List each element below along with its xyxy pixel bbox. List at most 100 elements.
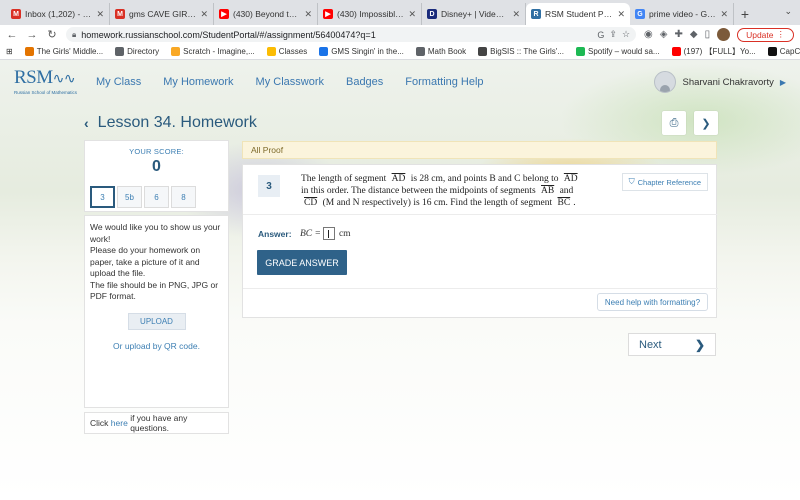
printer-icon: ⎙ — [669, 116, 679, 129]
tab-title[interactable]: Disney+ | Video Player — [441, 9, 508, 19]
nav-my-class[interactable]: My Class — [96, 76, 141, 88]
bookmark-item[interactable]: CapCut | Video Ed... — [767, 47, 800, 56]
forward-arrow-icon[interactable]: → — [26, 29, 38, 41]
qr-upload-link[interactable]: Or upload by QR code. — [90, 341, 223, 351]
answer-unit: cm — [338, 228, 351, 239]
score-value: 0 — [152, 158, 161, 175]
bookmark-favicon-icon — [171, 47, 181, 56]
apps-grid-icon[interactable]: ⊞ — [6, 47, 13, 56]
tab-favicon-icon: ▶ — [323, 9, 333, 19]
share-icon[interactable]: ⇪ — [609, 29, 617, 40]
browser-tab[interactable]: Gprime video - Google ✕ — [630, 3, 734, 25]
update-button[interactable]: Update ⋮ — [737, 27, 794, 42]
close-tab-icon[interactable]: ✕ — [720, 9, 728, 20]
new-tab-icon[interactable]: + — [734, 3, 756, 25]
close-tab-icon[interactable]: ✕ — [200, 9, 208, 20]
url-text[interactable]: homework.russianschool.com/StudentPortal… — [81, 30, 375, 40]
chapter-reference-button[interactable]: ⛉ Chapter Reference — [621, 173, 708, 191]
segment-cd: CD — [304, 198, 318, 208]
caret-right-icon[interactable]: ▶ — [780, 78, 786, 87]
question-tab-6[interactable]: 6 — [144, 186, 169, 208]
bookmark-item[interactable]: Spotify – would sa... — [575, 47, 660, 56]
bookmark-favicon-icon — [671, 47, 681, 56]
bookmark-item[interactable]: Scratch - Imagine,... — [171, 47, 255, 56]
bookmark-label: Math Book — [427, 47, 467, 56]
bookmark-label: GMS Singin' in the... — [331, 47, 404, 56]
tab-favicon-icon: M — [11, 9, 21, 19]
tab-title[interactable]: prime video - Google — [649, 9, 716, 19]
tab-title[interactable]: (430) Beyond the Blu — [233, 9, 300, 19]
bookmark-label: Scratch - Imagine,... — [183, 47, 255, 56]
sidebar-icon[interactable]: ▯ — [705, 29, 711, 40]
user-name[interactable]: Sharvani Chakravorty — [682, 77, 773, 88]
bookmark-item[interactable]: The Girls' Middle... — [24, 47, 103, 56]
browser-tab[interactable]: M Inbox (1,202) - unicor ✕ — [6, 3, 110, 25]
browser-tab[interactable]: D Disney+ | Video Player ✕ — [422, 3, 526, 25]
tab-title[interactable]: Inbox (1,202) - unicor — [25, 9, 92, 19]
google-lens-icon[interactable]: G — [597, 30, 604, 40]
tab-favicon-icon: D — [427, 9, 437, 19]
question-tab-8[interactable]: 8 — [171, 186, 196, 208]
question-tab-3[interactable]: 3 — [90, 186, 115, 208]
grade-answer-button[interactable]: GRADE ANSWER — [257, 250, 347, 275]
extensions-puzzle-icon[interactable]: ✚ — [674, 29, 682, 40]
nav-my-classwork[interactable]: My Classwork — [256, 76, 324, 88]
upload-instructions: We would like you to show us your work! P… — [90, 222, 221, 301]
help-prefix: Click — [90, 418, 109, 428]
extension-icon-3[interactable]: ◆ — [690, 29, 698, 40]
user-menu[interactable]: Sharvani Chakravorty ▶ — [654, 71, 786, 93]
segment-ad: AD — [563, 174, 578, 184]
back-chevron-icon[interactable]: ‹ — [84, 115, 89, 131]
bookmark-label: Classes — [278, 47, 308, 56]
print-button[interactable]: ⎙ — [662, 111, 686, 135]
nav-my-homework[interactable]: My Homework — [163, 76, 233, 88]
browser-tab[interactable]: ▶ (430) Impossible No ✕ — [318, 3, 422, 25]
tab-title[interactable]: gms CAVE GIRLSSS — [129, 9, 196, 19]
bookmark-item[interactable]: Directory — [115, 47, 159, 56]
close-tab-icon[interactable]: ✕ — [96, 9, 104, 20]
upload-button[interactable]: UPLOAD — [127, 312, 186, 330]
tab-title[interactable]: RSM Student Portal - — [545, 9, 613, 19]
profile-avatar-icon[interactable] — [717, 28, 731, 41]
bookmark-label: BigSIS :: The Girls'... — [490, 47, 564, 56]
tab-title[interactable]: (430) Impossible No — [337, 9, 404, 19]
problem-number: 3 — [258, 175, 280, 197]
bookmark-item[interactable]: Classes — [266, 47, 308, 56]
nav-badges[interactable]: Badges — [346, 76, 383, 88]
address-bar[interactable]: 🔒︎ homework.russianschool.com/StudentPor… — [66, 27, 637, 42]
browser-tab[interactable]: ▶ (430) Beyond the Blu ✕ — [214, 3, 318, 25]
browser-tab[interactable]: Mgms CAVE GIRLSSS ✕ — [110, 3, 214, 25]
nav-formatting-help[interactable]: Formatting Help — [405, 76, 483, 88]
question-tab-5b[interactable]: 5b — [117, 186, 142, 208]
close-tab-icon[interactable]: ✕ — [512, 9, 520, 20]
bookmark-favicon-icon — [415, 47, 425, 56]
answer-input[interactable] — [322, 227, 335, 240]
bookmark-item[interactable]: (197) 【FULL】Yo... — [671, 46, 756, 57]
more-vert-icon: ⋮ — [776, 29, 786, 39]
formatting-help-button[interactable]: Need help with formatting? — [597, 293, 708, 311]
rsm-logo[interactable]: RSM∿∿ Russian School of Mathematics — [14, 68, 84, 95]
browser-tab[interactable]: R RSM Student Portal - ✕ — [526, 3, 630, 25]
tab-search-icon[interactable]: ⌄ — [784, 6, 792, 17]
tab-favicon-icon: ▶ — [219, 9, 229, 19]
tab-favicon-icon: M — [115, 9, 125, 19]
close-tab-icon[interactable]: ✕ — [304, 9, 312, 20]
bookmark-favicon-icon — [115, 47, 125, 56]
reload-icon[interactable]: ↻ — [46, 28, 58, 41]
close-tab-icon[interactable]: ✕ — [408, 9, 416, 20]
extension-icon-1[interactable]: ◉ — [644, 29, 653, 40]
site-header: RSM∿∿ Russian School of Mathematics My C… — [0, 60, 800, 104]
bookmark-star-icon[interactable]: ☆ — [622, 29, 630, 40]
bookmarks-bar: ⊞ The Girls' Middle... Directory Scratch -… — [0, 44, 800, 60]
next-button[interactable]: Next ❯ — [628, 333, 716, 356]
bookmark-item[interactable]: GMS Singin' in the... — [319, 47, 404, 56]
help-link[interactable]: here — [111, 418, 128, 428]
bookmark-item[interactable]: BigSIS :: The Girls'... — [478, 47, 564, 56]
bookmark-item[interactable]: Math Book — [415, 47, 467, 56]
back-arrow-icon[interactable]: ← — [6, 29, 18, 41]
close-tab-icon[interactable]: ✕ — [617, 9, 625, 20]
extension-icon-2[interactable]: ◈ — [660, 29, 668, 40]
next-lesson-button[interactable]: ❯ — [694, 111, 718, 135]
bookmark-label: (197) 【FULL】Yo... — [683, 47, 756, 56]
user-avatar[interactable] — [654, 71, 677, 93]
